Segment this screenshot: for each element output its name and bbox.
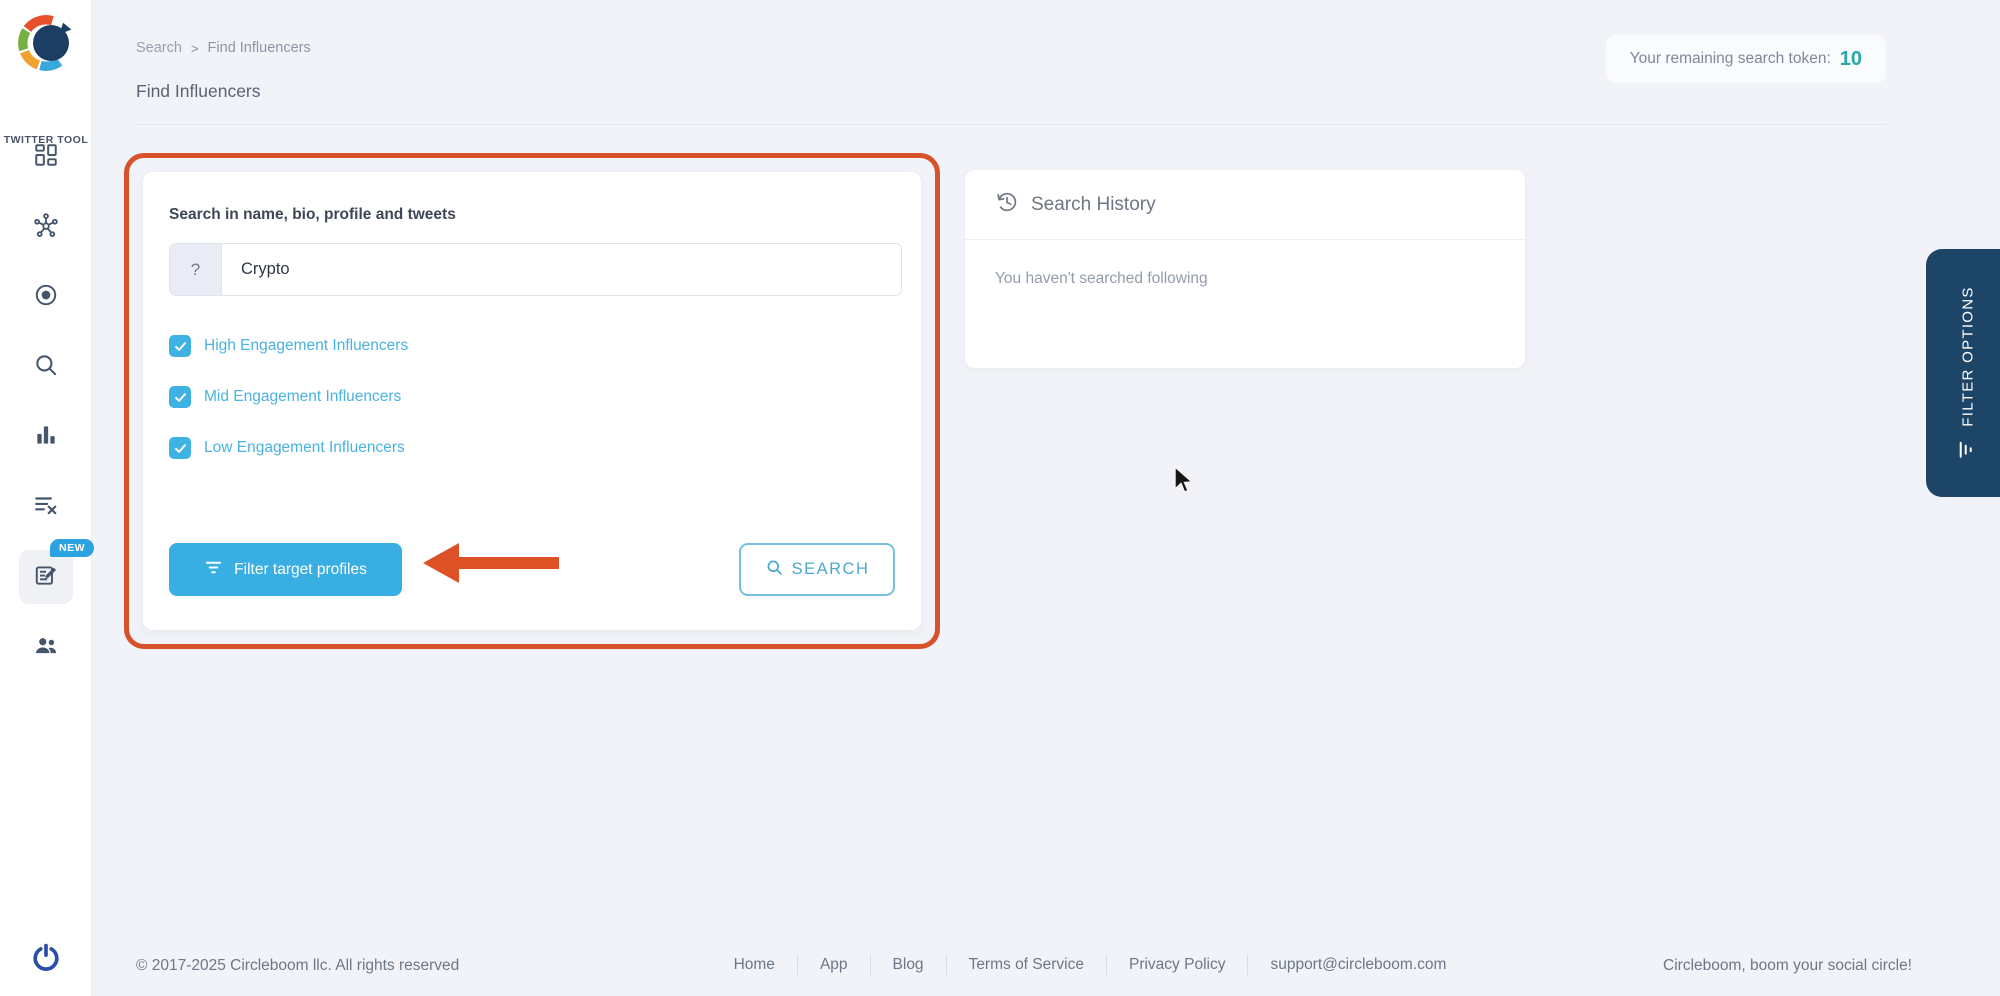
search-button[interactable]: SEARCH [739,543,895,596]
footer-link-terms[interactable]: Terms of Service [947,952,1106,978]
checked-checkbox-icon[interactable] [169,335,191,357]
breadcrumb-search-link[interactable]: Search [136,40,182,56]
filter-target-profiles-button[interactable]: Filter target profiles [169,543,402,596]
checkbox-high-engagement[interactable]: High Engagement Influencers [169,335,895,357]
sidebar-item-list-cleaner[interactable] [0,472,92,542]
find-influencers-page: TWITTER TOOL [0,0,2000,996]
network-icon [33,212,59,243]
footer-link-support-email[interactable]: support@circleboom.com [1248,952,1468,978]
funnel-icon [1956,440,1980,460]
filter-options-tab[interactable]: FILTER OPTIONS [1926,249,2000,497]
remaining-token-badge: Your remaining search token: 10 [1606,35,1886,83]
funnel-icon [204,558,223,582]
checkbox-mid-engagement[interactable]: Mid Engagement Influencers [169,386,895,408]
sidebar-power-button[interactable] [0,941,92,980]
footer-copyright: © 2017-2025 Circleboom llc. All rights r… [136,957,459,975]
checkbox-label[interactable]: Low Engagement Influencers [204,439,405,457]
circleboom-bird-logo-icon [17,14,75,72]
checkbox-label[interactable]: High Engagement Influencers [204,337,408,355]
filter-options-label: FILTER OPTIONS [1960,286,1977,426]
compose-icon [33,562,59,593]
checked-checkbox-icon[interactable] [169,386,191,408]
search-button-label: SEARCH [792,560,870,579]
token-value: 10 [1840,48,1862,71]
history-icon [995,190,1019,219]
search-history-empty-text: You haven't searched following [965,240,1525,318]
dashboard-icon [33,142,59,173]
filter-button-label: Filter target profiles [234,561,367,579]
footer-link-blog[interactable]: Blog [871,952,946,978]
checked-checkbox-icon[interactable] [169,437,191,459]
checkbox-label[interactable]: Mid Engagement Influencers [204,388,401,406]
footer-link-app[interactable]: App [798,952,870,978]
sidebar-item-users[interactable] [0,612,92,682]
checkbox-low-engagement[interactable]: Low Engagement Influencers [169,437,895,459]
search-icon [33,352,59,383]
question-mark-icon: ? [170,244,222,295]
search-history-header: Search History [965,170,1525,240]
keyword-input-group: ? [169,243,902,296]
breadcrumb: Search > Find Influencers [136,40,311,56]
sidebar-item-analytics[interactable] [0,402,92,472]
list-remove-icon [33,492,59,523]
footer-link-home[interactable]: Home [712,952,797,978]
arrow-left-annotation-icon [420,540,562,591]
breadcrumb-current: Find Influencers [208,40,311,56]
sidebar-item-network[interactable] [0,192,92,262]
sidebar-item-search[interactable] [0,332,92,402]
search-section-label: Search in name, bio, profile and tweets [169,206,895,224]
footer-tagline: Circleboom, boom your social circle! [1663,957,1912,975]
search-history-card: Search History You haven't searched foll… [965,170,1525,368]
users-icon [33,632,59,663]
footer-links: Home App Blog Terms of Service Privacy P… [660,952,1520,978]
sidebar-item-compose[interactable]: NEW [0,542,92,612]
page-title: Find Influencers [136,81,261,102]
target-icon [33,282,59,313]
mouse-cursor-icon [1173,466,1197,499]
sidebar-item-circle[interactable] [0,262,92,332]
chevron-right-icon: > [191,41,199,56]
keyword-input[interactable] [222,244,901,295]
sidebar-nav: NEW [0,122,92,682]
footer-link-privacy[interactable]: Privacy Policy [1107,952,1247,978]
search-history-title: Search History [1031,194,1156,216]
search-icon [765,558,784,582]
sidebar: TWITTER TOOL [0,0,92,996]
token-label: Your remaining search token: [1630,50,1831,68]
power-icon [29,941,63,980]
new-badge: NEW [50,539,94,557]
header-divider [136,124,1886,125]
sidebar-item-dashboard[interactable] [0,122,92,192]
bar-chart-icon [33,422,59,453]
engagement-filters: High Engagement Influencers Mid Engageme… [169,335,895,459]
